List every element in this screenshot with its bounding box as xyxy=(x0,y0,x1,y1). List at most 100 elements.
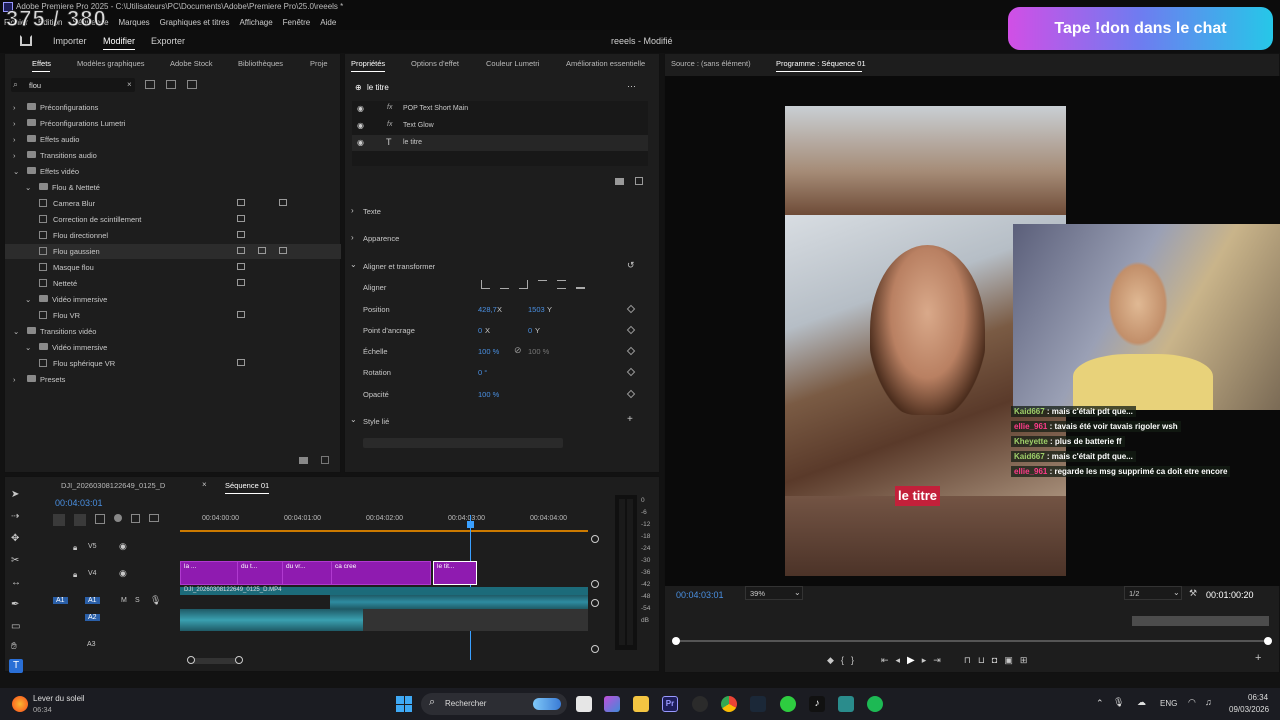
chevron-right-icon[interactable]: › xyxy=(351,206,354,215)
close-tab-icon[interactable]: × xyxy=(202,480,207,489)
effects-tree-item[interactable]: Flou gaussien xyxy=(5,244,341,259)
keyframe-icon[interactable] xyxy=(626,325,636,335)
32bit-icon[interactable] xyxy=(166,80,176,89)
hand-icon[interactable]: ✋︎ xyxy=(11,641,17,652)
tab-source[interactable]: Source : (sans élément) xyxy=(671,59,751,68)
echelle-value[interactable]: 100 % xyxy=(478,347,499,356)
reset-icon[interactable]: ↺ xyxy=(627,260,635,271)
tab-bibliotheques[interactable]: Bibliothèques xyxy=(238,59,283,68)
menu-aide[interactable]: Aide xyxy=(320,18,336,27)
eye-icon[interactable]: ◉ xyxy=(119,568,127,579)
align-bottom-icon[interactable] xyxy=(576,280,585,289)
solo-button[interactable]: S xyxy=(135,597,140,604)
go-to-out-icon[interactable]: ⇥ xyxy=(933,655,941,666)
eye-icon[interactable]: ◉ xyxy=(119,541,127,552)
section-aligner[interactable]: Aligner et transformer xyxy=(363,262,435,271)
wrench-icon[interactable]: ⚒ xyxy=(1189,588,1197,599)
chrome-icon[interactable] xyxy=(721,696,737,712)
eye-icon[interactable]: ◉ xyxy=(357,138,364,147)
rectangle-icon[interactable]: ▭ xyxy=(11,621,20,632)
position-y-value[interactable]: 1503 xyxy=(528,305,545,314)
tab-adobe-stock[interactable]: Adobe Stock xyxy=(170,59,213,68)
chevron-down-icon[interactable]: ⌄ xyxy=(350,415,357,424)
timeline-zoom-scrollbar[interactable] xyxy=(191,658,241,664)
align-top-icon[interactable] xyxy=(538,280,547,289)
clock-date[interactable]: 09/03/2026 xyxy=(1229,705,1269,714)
chevron-down-icon[interactable]: ⌄ xyxy=(25,343,31,352)
step-back-icon[interactable]: ◂ xyxy=(896,655,901,666)
safe-margins-icon[interactable]: ⊞ xyxy=(1020,655,1028,666)
folder-icon[interactable] xyxy=(615,178,624,185)
workspace-exporter[interactable]: Exporter xyxy=(151,36,185,46)
program-scrubber[interactable] xyxy=(675,640,1269,642)
track-a1-label[interactable]: A1 xyxy=(85,597,100,604)
align-middle-icon[interactable] xyxy=(557,280,566,289)
track-a2-label[interactable]: A2 xyxy=(85,614,100,621)
snap-icon[interactable] xyxy=(74,514,86,526)
layer-row[interactable]: ◉ fx POP Text Short Main xyxy=(352,101,648,117)
quality-dropdown[interactable]: 1/2 ⌄ xyxy=(1124,586,1182,600)
tab-projet[interactable]: Proje xyxy=(310,59,328,68)
keyframe-icon[interactable] xyxy=(626,389,636,399)
accelerated-icon[interactable] xyxy=(145,80,155,89)
workspace-modifier[interactable]: Modifier xyxy=(103,36,135,46)
layer-row-selected[interactable]: ◉ T le titre xyxy=(352,135,648,151)
effects-tree-item[interactable]: ⌄ Vidéo immersive xyxy=(5,340,341,355)
menu-fenetre[interactable]: Fenêtre xyxy=(283,18,311,27)
lock-icon[interactable]: 🔒︎ xyxy=(73,543,77,553)
tab-effets[interactable]: Effets xyxy=(32,59,51,68)
track-scroll-handle[interactable] xyxy=(591,580,599,588)
camera-icon[interactable]: ◘ xyxy=(992,655,997,665)
tab-amelioration[interactable]: Amélioration essentielle xyxy=(566,59,645,68)
out-point-icon[interactable]: } xyxy=(851,655,854,665)
tab-programme[interactable]: Programme : Séquence 01 xyxy=(776,59,866,68)
wifi-icon[interactable]: ◠ xyxy=(1188,697,1196,708)
chevron-right-icon[interactable]: › xyxy=(13,151,16,160)
marker-icon[interactable]: ◆ xyxy=(827,655,834,666)
layer-row[interactable]: ◉ fx Text Glow xyxy=(352,118,648,134)
add-icon[interactable]: + xyxy=(627,414,633,425)
section-texte[interactable]: Texte xyxy=(363,207,381,216)
rotation-value[interactable]: 0 ° xyxy=(478,368,487,377)
track-scroll-handle[interactable] xyxy=(591,535,599,543)
tab-couleur-lumetri[interactable]: Couleur Lumetri xyxy=(486,59,539,68)
audio-waveform-a1[interactable] xyxy=(330,595,588,609)
new-bin-icon[interactable] xyxy=(299,457,308,464)
effects-tree-item[interactable]: Flou directionnel xyxy=(5,228,341,243)
step-forward-icon[interactable]: ▸ xyxy=(922,655,927,666)
position-x-value[interactable]: 428,7 xyxy=(478,305,497,314)
pen-icon[interactable]: ✒ xyxy=(11,599,19,610)
track-scroll-handle[interactable] xyxy=(591,645,599,653)
volume-icon[interactable]: ♫ xyxy=(1205,697,1212,707)
timeline-timecode[interactable]: 00:04:03:01 xyxy=(55,498,103,508)
tab-dji-sequence[interactable]: DJI_20260308122649_0125_D xyxy=(61,481,165,490)
copilot-icon[interactable] xyxy=(604,696,620,712)
go-to-in-icon[interactable]: ⇤ xyxy=(881,655,889,666)
tab-proprietes[interactable]: Propriétés xyxy=(351,59,385,68)
track-source-a1[interactable]: A1 xyxy=(53,597,68,604)
green-app-icon[interactable] xyxy=(780,696,796,712)
effects-tree-item[interactable]: › Presets xyxy=(5,372,341,387)
add-marker-icon[interactable] xyxy=(114,514,122,522)
effects-tree-item[interactable]: › Effets audio xyxy=(5,132,341,147)
clip[interactable]: du t... xyxy=(237,561,287,585)
scrubber-start-handle[interactable] xyxy=(672,637,680,645)
mute-button[interactable]: M xyxy=(121,597,127,604)
app-icon[interactable] xyxy=(838,696,854,712)
lock-icon[interactable]: 🔒︎ xyxy=(73,570,77,580)
language-indicator[interactable]: ENG xyxy=(1160,699,1177,708)
linked-icon[interactable] xyxy=(95,514,105,524)
effects-tree-item[interactable]: ⌄ Flou & Netteté xyxy=(5,180,341,195)
ancrage-x-value[interactable]: 0 xyxy=(478,326,482,335)
effects-search-input[interactable]: ⌕ flou × xyxy=(11,78,135,92)
opacite-value[interactable]: 100 % xyxy=(478,390,499,399)
file-explorer-icon[interactable] xyxy=(633,696,649,712)
effects-tree-item[interactable]: ⌄ Transitions vidéo xyxy=(5,324,341,339)
steam-icon[interactable] xyxy=(750,696,766,712)
nest-icon[interactable] xyxy=(53,514,65,526)
zoom-dropdown[interactable]: 39% ⌄ xyxy=(745,586,803,600)
audio-waveform-a2[interactable] xyxy=(180,609,363,631)
style-dropdown[interactable] xyxy=(363,438,563,448)
program-timecode[interactable]: 00:04:03:01 xyxy=(676,590,724,600)
chevron-down-icon[interactable]: ⌄ xyxy=(13,327,19,336)
